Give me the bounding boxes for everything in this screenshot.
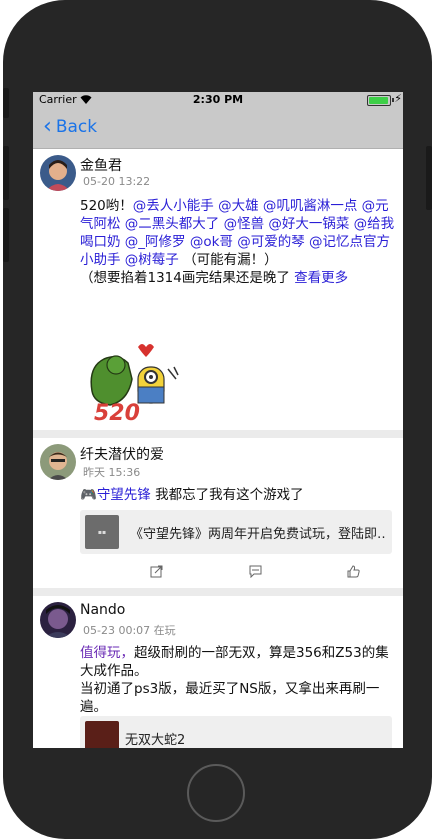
game-cover: [85, 721, 119, 748]
status-time: 2:30 PM: [192, 93, 244, 106]
like-button[interactable]: [347, 565, 360, 578]
post-text: 值得玩，超级耐刷的一部无双，算是356和Z53的集大成作品。 当初通了ps3版，…: [80, 644, 395, 716]
post-timestamp: 05-20 13:22: [83, 175, 151, 188]
shared-link-card[interactable]: ▪▪ 《守望先锋》两周年开启免费试玩，登陆即…: [80, 510, 392, 554]
game-tag[interactable]: 🎮守望先锋: [80, 487, 151, 503]
power-button: [426, 146, 432, 210]
volume-up-button: [3, 146, 9, 200]
feed-continued: 纤夫潜伏的爱 昨天 15:36 🎮守望先锋 我都忘了我有这个游戏了 ▪▪ 《守望…: [33, 430, 403, 748]
post-timestamp: 昨天 15:36: [83, 466, 141, 479]
avatar[interactable]: [40, 155, 76, 191]
post-image[interactable]: 520: [80, 339, 190, 429]
see-more-link[interactable]: 查看更多: [294, 270, 348, 286]
card-separator: [33, 430, 403, 438]
battery-icon: [367, 95, 391, 106]
back-label: Back: [55, 117, 98, 137]
post-text: 🎮守望先锋 我都忘了我有这个游戏了: [80, 486, 395, 504]
gamepad-icon: 🎮: [80, 487, 97, 503]
home-button[interactable]: [187, 764, 245, 822]
link-title: 《守望先锋》两周年开启免费试玩，登陆即…: [130, 527, 385, 542]
game-tag-label: 守望先锋: [96, 487, 151, 503]
volume-down-button: [3, 208, 9, 262]
share-icon: [150, 565, 163, 578]
image-caption: 520: [94, 401, 140, 426]
charging-icon: ⚡: [394, 92, 402, 105]
comment-icon: [249, 565, 262, 578]
post-timestamp: 05-23 00:07 在玩: [83, 624, 176, 637]
game-title: 无双大蛇2: [125, 733, 186, 748]
navigation-bar: ‹ Back: [33, 108, 403, 149]
game-card[interactable]: 无双大蛇2: [80, 716, 392, 748]
avatar[interactable]: [40, 602, 76, 638]
link-thumbnail: ▪▪: [85, 515, 119, 549]
chevron-left-icon: ‹: [43, 114, 52, 139]
post-text-line2: 当初通了ps3版，最近买了NS版，又拿出来再刷一遍。: [80, 681, 380, 715]
post-text-body: 我都忘了我有这个游戏了: [155, 487, 304, 503]
repost-button[interactable]: [150, 565, 163, 578]
card-separator: [33, 588, 403, 596]
status-bar: Carrier 2:30 PM ⚡: [33, 92, 403, 108]
username[interactable]: 金鱼君: [80, 155, 122, 175]
post-text-suffix: （可能有漏！）: [183, 252, 278, 268]
avatar[interactable]: [40, 444, 76, 480]
back-button[interactable]: ‹ Back: [43, 114, 98, 139]
feed-list: 金鱼君 05-20 13:22 520哟！@丢人小能手 @大雄 @叽叽酱淋一点 …: [33, 149, 403, 473]
post-text-line2: （想要掐着1314画完结果还是晚了: [80, 270, 290, 286]
mute-switch: [3, 88, 9, 118]
post-text-prefix: 520哟！: [80, 198, 133, 214]
username[interactable]: Nando: [80, 602, 125, 618]
post-text: 520哟！@丢人小能手 @大雄 @叽叽酱淋一点 @元气阿松 @二黑头都大了 @怪…: [80, 197, 395, 287]
username[interactable]: 纤夫潜伏的爱: [80, 444, 164, 464]
post-card[interactable]: Nando 05-23 00:07 在玩 值得玩，超级耐刷的一部无双，算是356…: [33, 596, 403, 748]
rating-tag[interactable]: 值得玩，: [80, 645, 134, 661]
thumbs-up-icon: [347, 565, 360, 578]
post-card[interactable]: 金鱼君 05-20 13:22 520哟！@丢人小能手 @大雄 @叽叽酱淋一点 …: [33, 149, 403, 473]
post-card[interactable]: 纤夫潜伏的爱 昨天 15:36 🎮守望先锋 我都忘了我有这个游戏了 ▪▪ 《守望…: [33, 438, 403, 588]
comment-button[interactable]: [249, 565, 262, 578]
